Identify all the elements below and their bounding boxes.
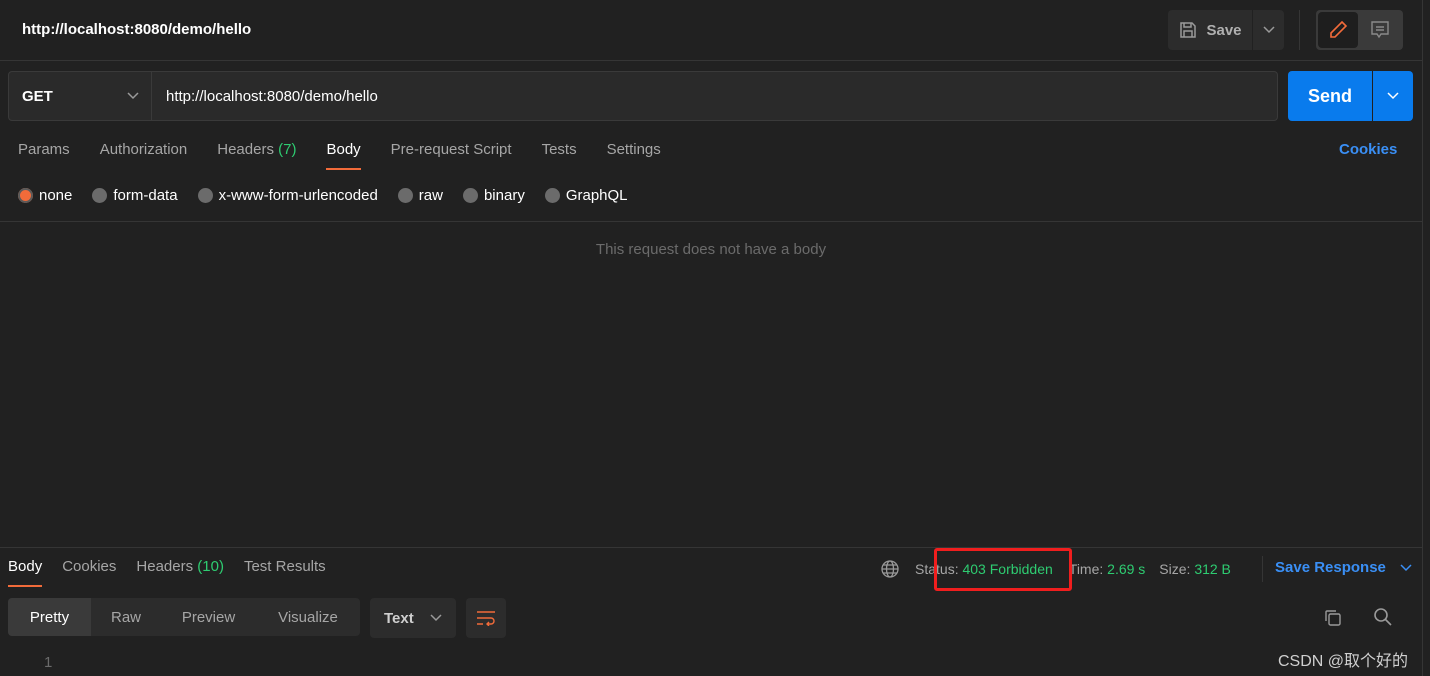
send-options-button[interactable]: [1373, 71, 1413, 121]
globe-icon[interactable]: [880, 559, 900, 579]
headers-count: (7): [278, 141, 297, 158]
format-select[interactable]: Text: [370, 598, 456, 638]
send-button[interactable]: Send: [1288, 71, 1372, 121]
tab-label: Authorization: [99, 141, 188, 158]
tab-label: Headers: [136, 558, 194, 575]
tab-label: Body: [326, 141, 361, 158]
tab-tests[interactable]: Tests: [542, 141, 577, 171]
tab-label: Tests: [541, 141, 577, 158]
save-options-button[interactable]: [1253, 10, 1284, 50]
request-title: http://localhost:8080/demo/hello: [22, 21, 252, 38]
tab-label: Settings: [606, 141, 661, 158]
radio-graphql[interactable]: GraphQL: [544, 187, 628, 204]
chevron-down-icon: [127, 92, 139, 100]
tab-authorization[interactable]: Authorization: [100, 141, 188, 171]
size-value: 312 B: [1194, 561, 1231, 577]
divider: [1262, 556, 1263, 582]
response-view-selector: Pretty Raw Preview Visualize: [8, 598, 360, 636]
save-label: Save: [1206, 21, 1242, 39]
wrap-lines-button[interactable]: [466, 598, 506, 638]
request-tabs: Params Authorization Headers (7) Body Pr…: [18, 141, 691, 171]
status-highlight-box: [934, 548, 1072, 591]
response-tab-test-results[interactable]: Test Results: [244, 558, 326, 588]
radio-form-data[interactable]: form-data: [92, 187, 178, 204]
radio-label: form-data: [113, 187, 178, 204]
tab-label: Body: [8, 558, 43, 575]
time-label: Time:: [1068, 561, 1104, 577]
size-label: Size:: [1159, 561, 1191, 577]
tab-body[interactable]: Body: [326, 141, 361, 171]
save-response-button[interactable]: Save Response: [1275, 559, 1412, 576]
radio-none[interactable]: none: [18, 187, 72, 204]
chevron-down-icon: [430, 614, 442, 622]
save-response-label: Save Response: [1275, 559, 1386, 576]
response-tab-cookies[interactable]: Cookies: [62, 558, 116, 588]
format-value: Text: [384, 609, 414, 627]
copy-icon[interactable]: [1323, 608, 1343, 628]
line-number: 1: [44, 654, 53, 671]
panel-border: [1422, 0, 1423, 676]
response-tabs: Body Cookies Headers (10) Test Results: [8, 558, 346, 588]
response-divider[interactable]: [0, 547, 1422, 548]
view-pretty[interactable]: Pretty: [8, 598, 91, 636]
divider: [1299, 10, 1300, 50]
radio-label: binary: [483, 187, 525, 204]
empty-body-message: This request does not have a body: [595, 241, 827, 258]
comments-button[interactable]: [1360, 12, 1400, 48]
response-tab-body[interactable]: Body: [8, 558, 43, 588]
tab-settings[interactable]: Settings: [607, 141, 661, 171]
save-button[interactable]: Save: [1168, 10, 1252, 50]
view-preview[interactable]: Preview: [161, 598, 256, 636]
view-visualize[interactable]: Visualize: [256, 598, 360, 636]
url-input[interactable]: [152, 71, 1278, 121]
radio-indicator: [462, 188, 478, 203]
view-raw[interactable]: Raw: [91, 598, 161, 636]
time-value: 2.69 s: [1107, 561, 1146, 577]
body-type-options: none form-data x-www-form-urlencoded raw…: [18, 187, 628, 204]
tab-label: Params: [18, 141, 70, 158]
search-icon[interactable]: [1373, 607, 1393, 627]
chevron-down-icon: [1387, 92, 1399, 100]
tab-label: Headers: [217, 141, 274, 158]
radio-label: x-www-form-urlencoded: [218, 187, 378, 204]
radio-x-www-form-urlencoded[interactable]: x-www-form-urlencoded: [197, 187, 378, 204]
tab-label: Cookies: [62, 558, 117, 575]
edit-button[interactable]: [1318, 12, 1358, 48]
radio-label: GraphQL: [565, 187, 628, 204]
tab-params[interactable]: Params: [18, 141, 70, 171]
divider: [0, 221, 1422, 222]
tab-label: Pre-request Script: [390, 141, 512, 158]
radio-indicator: [18, 188, 33, 203]
pencil-icon: [1330, 20, 1348, 38]
wrap-icon: [477, 611, 495, 626]
radio-binary[interactable]: binary: [462, 187, 525, 204]
radio-raw[interactable]: raw: [397, 187, 443, 204]
tab-pre-request-script[interactable]: Pre-request Script: [391, 141, 512, 171]
radio-label: raw: [418, 187, 443, 204]
tab-label: Test Results: [243, 558, 326, 575]
radio-indicator: [544, 188, 560, 203]
response-tab-headers[interactable]: Headers (10): [136, 558, 224, 588]
chevron-down-icon: [1400, 563, 1412, 571]
cookies-link[interactable]: Cookies: [1339, 141, 1397, 158]
headers-count: (10): [197, 558, 224, 575]
radio-indicator: [197, 188, 213, 203]
divider: [0, 60, 1422, 61]
tab-headers[interactable]: Headers (7): [217, 141, 296, 171]
radio-indicator: [92, 188, 108, 203]
comment-icon: [1371, 21, 1389, 39]
method-select[interactable]: GET: [8, 71, 152, 121]
radio-label: none: [39, 187, 73, 204]
watermark: CSDN @取个好的: [1278, 653, 1409, 670]
radio-indicator: [397, 188, 413, 203]
chevron-down-icon: [1262, 26, 1275, 34]
save-icon: [1180, 22, 1197, 38]
method-value: GET: [22, 87, 53, 105]
